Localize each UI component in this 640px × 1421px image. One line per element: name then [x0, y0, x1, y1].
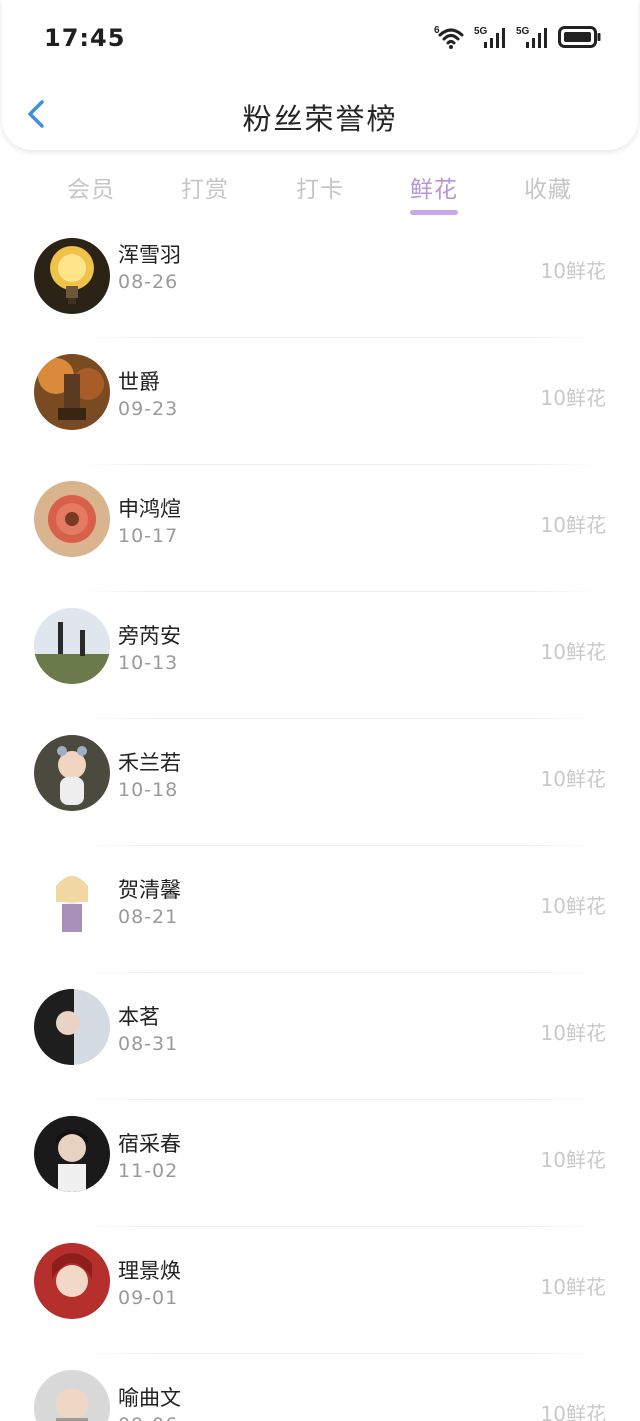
list-item[interactable]: 本茗 08-31 10鲜花 — [0, 975, 640, 1102]
list-item[interactable]: 禾兰若 10-18 10鲜花 — [0, 721, 640, 848]
fan-name: 本茗 — [118, 1005, 160, 1029]
fan-date: 08-26 — [118, 271, 179, 293]
tab-favorites[interactable]: 收藏 — [498, 170, 598, 204]
child-avatar — [34, 735, 110, 811]
list-item[interactable]: 浑雪羽 08-26 10鲜花 — [0, 238, 640, 340]
list-item[interactable]: 宿采春 11-02 10鲜花 — [0, 1102, 640, 1229]
anime-girl-avatar — [34, 862, 110, 938]
status-time: 17:45 — [44, 24, 126, 52]
fan-amount: 10鲜花 — [540, 259, 606, 283]
tab-rewards[interactable]: 打赏 — [155, 170, 255, 204]
row-divider — [80, 845, 600, 846]
fan-name: 旁芮安 — [118, 624, 181, 648]
fan-date: 09-01 — [118, 1287, 179, 1309]
flower-avatar — [34, 481, 110, 557]
fan-name: 理景焕 — [118, 1259, 181, 1283]
fan-date: 08-21 — [118, 906, 179, 928]
lightbulb-avatar — [34, 238, 110, 314]
fan-date: 10-13 — [118, 652, 179, 674]
fan-name: 申鸿煊 — [118, 497, 181, 521]
list-item[interactable]: 旁芮安 10-13 10鲜花 — [0, 594, 640, 721]
row-divider — [80, 972, 600, 973]
woman-portrait-avatar — [34, 989, 110, 1065]
fan-amount: 10鲜花 — [540, 513, 606, 537]
fan-date: 09-06 — [118, 1414, 178, 1421]
nav-bar: 粉丝荣誉榜 — [2, 78, 638, 150]
list-item[interactable]: 贺清馨 08-21 10鲜花 — [0, 848, 640, 975]
fan-date: 09-23 — [118, 398, 179, 420]
tab-bar: 会员 打赏 打卡 鲜花 收藏 — [0, 160, 640, 220]
row-divider — [80, 464, 600, 465]
fan-list[interactable]: 浑雪羽 08-26 10鲜花 世爵 09-23 10鲜花 申鸿煊 10-17 1… — [0, 238, 640, 1421]
fan-date: 10-18 — [118, 779, 179, 801]
fan-amount: 10鲜花 — [540, 1275, 606, 1299]
list-item[interactable]: 世爵 09-23 10鲜花 — [0, 340, 640, 467]
fan-amount: 10鲜花 — [540, 386, 606, 410]
fan-amount: 10鲜花 — [540, 640, 606, 664]
tab-flowers[interactable]: 鲜花 — [384, 170, 484, 204]
fan-amount: 10鲜花 — [540, 1402, 606, 1421]
fan-amount: 10鲜花 — [540, 767, 606, 791]
active-tab-indicator — [410, 210, 458, 215]
baby-avatar — [34, 1370, 110, 1421]
fan-date: 10-17 — [118, 525, 179, 547]
tab-checkin[interactable]: 打卡 — [270, 170, 370, 204]
list-item[interactable]: 理景焕 09-01 10鲜花 — [0, 1229, 640, 1356]
fan-name: 禾兰若 — [118, 751, 181, 775]
battery-icon — [558, 26, 601, 48]
fan-name: 世爵 — [118, 370, 160, 394]
list-item[interactable]: 喻曲文 09-06 10鲜花 — [0, 1356, 640, 1421]
fan-name: 喻曲文 — [118, 1386, 181, 1410]
fan-amount: 10鲜花 — [540, 1148, 606, 1172]
couple-field-avatar — [34, 608, 110, 684]
fan-date: 08-31 — [118, 1033, 179, 1055]
row-divider — [80, 718, 600, 719]
signal-5g-icon: 5G — [516, 26, 547, 48]
app-header: 17:45 6 5G 5G 粉丝荣誉榜 — [2, 0, 638, 150]
signal-label: 5G — [474, 26, 488, 37]
row-divider — [80, 337, 600, 338]
signal-5g-icon: 5G — [474, 26, 505, 48]
redhead-girl-avatar — [34, 1243, 110, 1319]
wifi-icon: 6 — [434, 25, 464, 49]
row-divider — [80, 591, 600, 592]
status-icons: 6 5G 5G — [434, 22, 602, 52]
page-title: 粉丝荣誉榜 — [242, 102, 398, 136]
tab-members[interactable]: 会员 — [41, 170, 141, 204]
fan-name: 贺清馨 — [118, 878, 181, 902]
row-divider — [80, 1226, 600, 1227]
fan-name: 宿采春 — [118, 1132, 181, 1156]
fan-name: 浑雪羽 — [118, 243, 181, 267]
row-divider — [80, 1099, 600, 1100]
fan-date: 11-02 — [118, 1160, 179, 1182]
warrior-avatar — [34, 354, 110, 430]
status-bar: 17:45 6 5G 5G — [2, 0, 638, 78]
fan-amount: 10鲜花 — [540, 1021, 606, 1045]
boy-portrait-avatar — [34, 1116, 110, 1192]
list-item[interactable]: 申鸿煊 10-17 10鲜花 — [0, 467, 640, 594]
fan-amount: 10鲜花 — [540, 894, 606, 918]
row-divider — [80, 1353, 600, 1354]
signal-label: 5G — [516, 26, 530, 37]
